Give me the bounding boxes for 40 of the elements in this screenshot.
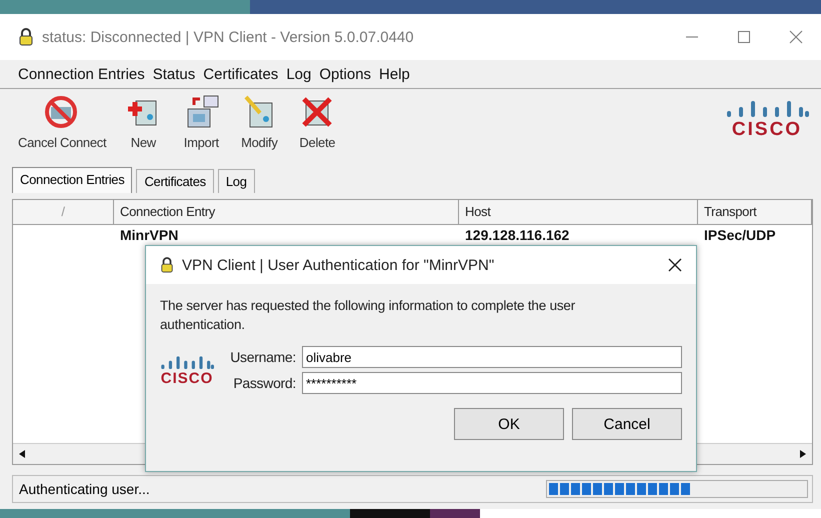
toolbar-button[interactable]: New xyxy=(116,95,170,150)
menu-item[interactable]: Connection Entries xyxy=(18,66,145,82)
scroll-right-icon[interactable] xyxy=(800,450,806,458)
input-field[interactable]: olivabre xyxy=(302,346,682,368)
scroll-left-icon[interactable] xyxy=(19,450,25,458)
dialog-button[interactable]: OK xyxy=(454,408,564,440)
input-field[interactable]: ********** xyxy=(302,372,682,394)
field-label: Username: xyxy=(229,349,296,365)
status-text: Authenticating user... xyxy=(18,481,151,497)
table-cell-text: MinrVPN xyxy=(119,226,180,245)
column-header[interactable]: Connection Entry xyxy=(114,200,459,224)
dialog-message: The server has requested the following information to complete the user authentication. xyxy=(160,297,576,334)
padlock-icon xyxy=(18,28,34,46)
table-cell-text: 129.128.116.162 xyxy=(464,226,570,245)
menu-item[interactable]: Help xyxy=(379,66,410,82)
padlock-icon xyxy=(160,257,174,273)
logo-text: CISCO xyxy=(732,119,802,141)
table-cell-text: IPSec/UDP xyxy=(703,226,777,245)
menu-item[interactable]: Log xyxy=(286,66,312,82)
tab[interactable]: Connection Entries xyxy=(12,167,132,193)
menu-item[interactable]: Certificates xyxy=(203,66,278,82)
field-label: Password: xyxy=(232,375,296,391)
toolbar-button[interactable]: Modify xyxy=(232,95,286,150)
dialog-title: VPN Client | User Authentication for "MinrVPN" xyxy=(182,256,494,274)
dialog-button[interactable]: Cancel xyxy=(572,408,682,440)
logo-bars-icon xyxy=(160,356,214,370)
close-icon[interactable] xyxy=(668,258,682,272)
logo-bars-icon xyxy=(725,101,809,119)
maximize-icon[interactable] xyxy=(737,30,751,44)
toolbar-button[interactable]: Cancel Connect xyxy=(12,95,112,150)
toolbar-button[interactable]: Delete xyxy=(290,95,344,150)
tab[interactable]: Log xyxy=(218,169,255,193)
logo-text: CISCO xyxy=(160,370,214,387)
window-title: status: Disconnected | VPN Client - Version 5.0.07.0440 xyxy=(42,28,414,46)
toolbar-button[interactable]: Import xyxy=(174,95,228,150)
menu-item[interactable]: Options xyxy=(319,66,372,82)
column-header[interactable]: Transport xyxy=(698,200,812,224)
column-header[interactable]: Host xyxy=(459,200,698,224)
menu-item[interactable]: Status xyxy=(152,66,196,82)
tab[interactable]: Certificates xyxy=(136,169,214,193)
